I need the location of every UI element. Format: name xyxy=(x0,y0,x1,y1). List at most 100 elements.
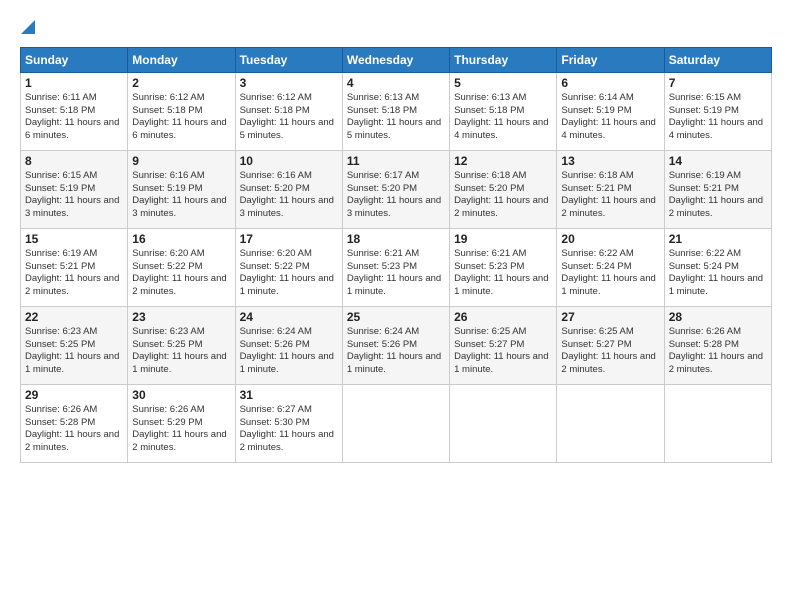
calendar-cell: 22 Sunrise: 6:23 AMSunset: 5:25 PMDaylig… xyxy=(21,306,128,384)
calendar-cell: 9 Sunrise: 6:16 AMSunset: 5:19 PMDayligh… xyxy=(128,150,235,228)
day-info: Sunrise: 6:25 AMSunset: 5:27 PMDaylight:… xyxy=(561,326,659,377)
day-number: 26 xyxy=(454,310,552,324)
calendar-cell: 17 Sunrise: 6:20 AMSunset: 5:22 PMDaylig… xyxy=(235,228,342,306)
day-number: 28 xyxy=(669,310,767,324)
day-number: 18 xyxy=(347,232,445,246)
day-info: Sunrise: 6:15 AMSunset: 5:19 PMDaylight:… xyxy=(25,170,123,221)
day-number: 12 xyxy=(454,154,552,168)
day-info: Sunrise: 6:22 AMSunset: 5:24 PMDaylight:… xyxy=(561,248,659,299)
calendar-cell: 13 Sunrise: 6:18 AMSunset: 5:21 PMDaylig… xyxy=(557,150,664,228)
day-number: 9 xyxy=(132,154,230,168)
day-number: 20 xyxy=(561,232,659,246)
day-info: Sunrise: 6:21 AMSunset: 5:23 PMDaylight:… xyxy=(347,248,445,299)
calendar-cell: 2 Sunrise: 6:12 AMSunset: 5:18 PMDayligh… xyxy=(128,72,235,150)
day-info: Sunrise: 6:13 AMSunset: 5:18 PMDaylight:… xyxy=(347,92,445,143)
calendar-cell: 30 Sunrise: 6:26 AMSunset: 5:29 PMDaylig… xyxy=(128,384,235,462)
day-info: Sunrise: 6:14 AMSunset: 5:19 PMDaylight:… xyxy=(561,92,659,143)
day-info: Sunrise: 6:20 AMSunset: 5:22 PMDaylight:… xyxy=(240,248,338,299)
calendar-week-row: 29 Sunrise: 6:26 AMSunset: 5:28 PMDaylig… xyxy=(21,384,772,462)
day-info: Sunrise: 6:23 AMSunset: 5:25 PMDaylight:… xyxy=(25,326,123,377)
logo xyxy=(20,16,35,37)
calendar-cell: 16 Sunrise: 6:20 AMSunset: 5:22 PMDaylig… xyxy=(128,228,235,306)
calendar-header-monday: Monday xyxy=(128,47,235,72)
calendar-header-wednesday: Wednesday xyxy=(342,47,449,72)
day-info: Sunrise: 6:19 AMSunset: 5:21 PMDaylight:… xyxy=(669,170,767,221)
calendar-cell: 26 Sunrise: 6:25 AMSunset: 5:27 PMDaylig… xyxy=(450,306,557,384)
logo-arrow-icon xyxy=(21,20,35,34)
calendar-cell: 21 Sunrise: 6:22 AMSunset: 5:24 PMDaylig… xyxy=(664,228,771,306)
calendar-cell: 28 Sunrise: 6:26 AMSunset: 5:28 PMDaylig… xyxy=(664,306,771,384)
day-number: 27 xyxy=(561,310,659,324)
day-info: Sunrise: 6:11 AMSunset: 5:18 PMDaylight:… xyxy=(25,92,123,143)
calendar-cell: 20 Sunrise: 6:22 AMSunset: 5:24 PMDaylig… xyxy=(557,228,664,306)
day-info: Sunrise: 6:13 AMSunset: 5:18 PMDaylight:… xyxy=(454,92,552,143)
calendar-cell: 10 Sunrise: 6:16 AMSunset: 5:20 PMDaylig… xyxy=(235,150,342,228)
day-info: Sunrise: 6:18 AMSunset: 5:21 PMDaylight:… xyxy=(561,170,659,221)
day-number: 13 xyxy=(561,154,659,168)
day-number: 6 xyxy=(561,76,659,90)
calendar-cell: 25 Sunrise: 6:24 AMSunset: 5:26 PMDaylig… xyxy=(342,306,449,384)
day-number: 3 xyxy=(240,76,338,90)
day-number: 29 xyxy=(25,388,123,402)
day-info: Sunrise: 6:24 AMSunset: 5:26 PMDaylight:… xyxy=(347,326,445,377)
calendar-table: SundayMondayTuesdayWednesdayThursdayFrid… xyxy=(20,47,772,463)
calendar-cell: 18 Sunrise: 6:21 AMSunset: 5:23 PMDaylig… xyxy=(342,228,449,306)
day-info: Sunrise: 6:22 AMSunset: 5:24 PMDaylight:… xyxy=(669,248,767,299)
day-number: 4 xyxy=(347,76,445,90)
day-number: 21 xyxy=(669,232,767,246)
calendar-cell: 24 Sunrise: 6:24 AMSunset: 5:26 PMDaylig… xyxy=(235,306,342,384)
day-number: 17 xyxy=(240,232,338,246)
day-number: 30 xyxy=(132,388,230,402)
calendar-cell: 5 Sunrise: 6:13 AMSunset: 5:18 PMDayligh… xyxy=(450,72,557,150)
day-info: Sunrise: 6:19 AMSunset: 5:21 PMDaylight:… xyxy=(25,248,123,299)
day-number: 15 xyxy=(25,232,123,246)
day-info: Sunrise: 6:27 AMSunset: 5:30 PMDaylight:… xyxy=(240,404,338,455)
day-number: 31 xyxy=(240,388,338,402)
day-number: 10 xyxy=(240,154,338,168)
calendar-cell: 29 Sunrise: 6:26 AMSunset: 5:28 PMDaylig… xyxy=(21,384,128,462)
day-number: 1 xyxy=(25,76,123,90)
calendar-cell xyxy=(450,384,557,462)
day-info: Sunrise: 6:23 AMSunset: 5:25 PMDaylight:… xyxy=(132,326,230,377)
day-info: Sunrise: 6:26 AMSunset: 5:29 PMDaylight:… xyxy=(132,404,230,455)
calendar-cell: 23 Sunrise: 6:23 AMSunset: 5:25 PMDaylig… xyxy=(128,306,235,384)
day-info: Sunrise: 6:26 AMSunset: 5:28 PMDaylight:… xyxy=(25,404,123,455)
day-info: Sunrise: 6:15 AMSunset: 5:19 PMDaylight:… xyxy=(669,92,767,143)
calendar-cell: 11 Sunrise: 6:17 AMSunset: 5:20 PMDaylig… xyxy=(342,150,449,228)
calendar-header-sunday: Sunday xyxy=(21,47,128,72)
day-number: 22 xyxy=(25,310,123,324)
day-info: Sunrise: 6:17 AMSunset: 5:20 PMDaylight:… xyxy=(347,170,445,221)
calendar-header-row: SundayMondayTuesdayWednesdayThursdayFrid… xyxy=(21,47,772,72)
calendar-cell: 31 Sunrise: 6:27 AMSunset: 5:30 PMDaylig… xyxy=(235,384,342,462)
day-number: 25 xyxy=(347,310,445,324)
day-info: Sunrise: 6:20 AMSunset: 5:22 PMDaylight:… xyxy=(132,248,230,299)
calendar-header-tuesday: Tuesday xyxy=(235,47,342,72)
day-number: 7 xyxy=(669,76,767,90)
calendar-cell: 19 Sunrise: 6:21 AMSunset: 5:23 PMDaylig… xyxy=(450,228,557,306)
day-number: 24 xyxy=(240,310,338,324)
day-number: 2 xyxy=(132,76,230,90)
calendar-header-thursday: Thursday xyxy=(450,47,557,72)
day-number: 16 xyxy=(132,232,230,246)
day-number: 8 xyxy=(25,154,123,168)
calendar-cell: 6 Sunrise: 6:14 AMSunset: 5:19 PMDayligh… xyxy=(557,72,664,150)
calendar-cell: 4 Sunrise: 6:13 AMSunset: 5:18 PMDayligh… xyxy=(342,72,449,150)
calendar-week-row: 22 Sunrise: 6:23 AMSunset: 5:25 PMDaylig… xyxy=(21,306,772,384)
calendar-cell xyxy=(557,384,664,462)
day-number: 23 xyxy=(132,310,230,324)
day-info: Sunrise: 6:21 AMSunset: 5:23 PMDaylight:… xyxy=(454,248,552,299)
calendar-cell: 14 Sunrise: 6:19 AMSunset: 5:21 PMDaylig… xyxy=(664,150,771,228)
calendar-header-saturday: Saturday xyxy=(664,47,771,72)
page: SundayMondayTuesdayWednesdayThursdayFrid… xyxy=(0,0,792,612)
day-info: Sunrise: 6:24 AMSunset: 5:26 PMDaylight:… xyxy=(240,326,338,377)
day-info: Sunrise: 6:18 AMSunset: 5:20 PMDaylight:… xyxy=(454,170,552,221)
calendar-week-row: 8 Sunrise: 6:15 AMSunset: 5:19 PMDayligh… xyxy=(21,150,772,228)
calendar-cell: 12 Sunrise: 6:18 AMSunset: 5:20 PMDaylig… xyxy=(450,150,557,228)
calendar-week-row: 1 Sunrise: 6:11 AMSunset: 5:18 PMDayligh… xyxy=(21,72,772,150)
day-info: Sunrise: 6:25 AMSunset: 5:27 PMDaylight:… xyxy=(454,326,552,377)
calendar-cell xyxy=(664,384,771,462)
header xyxy=(20,16,772,37)
day-info: Sunrise: 6:12 AMSunset: 5:18 PMDaylight:… xyxy=(132,92,230,143)
calendar-week-row: 15 Sunrise: 6:19 AMSunset: 5:21 PMDaylig… xyxy=(21,228,772,306)
day-number: 5 xyxy=(454,76,552,90)
